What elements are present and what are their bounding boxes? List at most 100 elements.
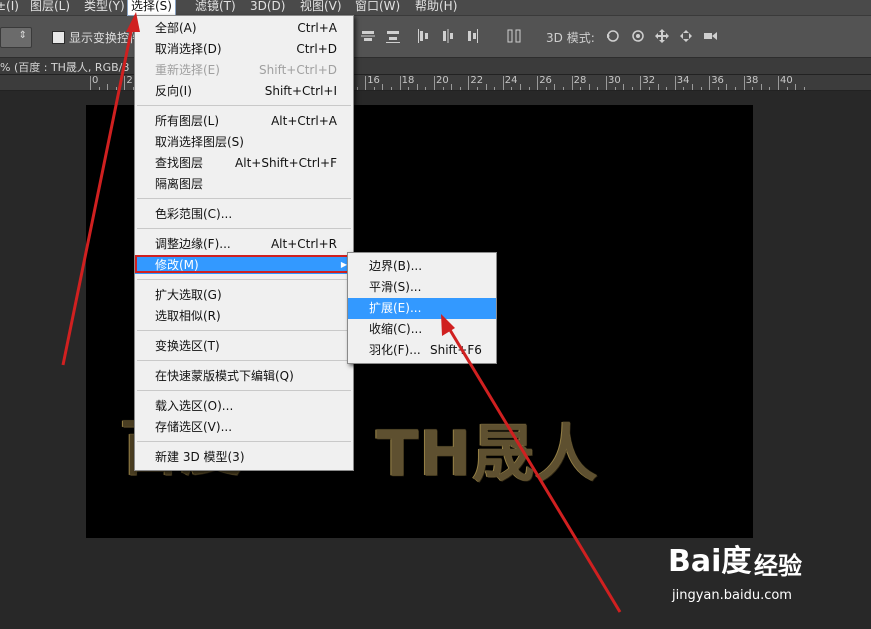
- menu-item-new-3d-model[interactable]: 新建 3D 模型(3): [135, 447, 353, 468]
- menu-layer[interactable]: 图层(L): [30, 0, 70, 15]
- submenu-item-smooth[interactable]: 平滑(S)...: [348, 277, 496, 298]
- canvas-text-main: TH晟人: [376, 417, 599, 490]
- ruler-label: 26: [539, 75, 552, 86]
- distribute-icon[interactable]: [506, 28, 522, 44]
- baidu-logo: Bai度: [668, 544, 752, 579]
- menu-view[interactable]: 视图(V): [300, 0, 342, 15]
- ruler-label: 28: [573, 75, 587, 86]
- ruler-subtick: [416, 84, 418, 90]
- menu-item-deselect-layers[interactable]: 取消选择图层(S): [135, 132, 353, 153]
- ruler-label: 20: [436, 75, 449, 86]
- ruler-subtick: [760, 84, 762, 90]
- menu-item-select-all[interactable]: 全部(A) Ctrl+A: [135, 18, 353, 39]
- align-bottom-icon[interactable]: [385, 28, 401, 44]
- scale-3d-icon[interactable]: [702, 28, 718, 44]
- menu-item-inverse[interactable]: 反向(I) Shift+Ctrl+I: [135, 81, 353, 102]
- ruler-label: 36: [711, 75, 724, 86]
- submenu-item-expand[interactable]: 扩展(E)...: [348, 298, 496, 319]
- align-hcenter-icon[interactable]: [440, 28, 456, 44]
- ruler-subtick: [717, 87, 719, 90]
- menu-type[interactable]: 类型(Y): [84, 0, 125, 15]
- menu-item-load-selection[interactable]: 载入选区(O)...: [135, 396, 353, 417]
- show-transform-checkbox[interactable]: [52, 31, 65, 44]
- menu-select[interactable]: 选择(S): [127, 0, 176, 16]
- menu-window[interactable]: 窗口(W): [355, 0, 400, 15]
- submenu-item-feather[interactable]: 羽化(F)... Shift+F6: [348, 340, 496, 361]
- ruler-subtick: [545, 87, 547, 90]
- options-bar: ⇕ 显示变换控件 3D 模式:: [0, 16, 871, 58]
- ruler-subtick: [580, 87, 582, 90]
- menu-item-isolate-layers[interactable]: 隔离图层: [135, 174, 353, 195]
- ruler-tick: [502, 76, 504, 90]
- ruler-subtick: [442, 87, 444, 90]
- submenu-item-border[interactable]: 边界(B)...: [348, 256, 496, 277]
- ruler-label: 18: [401, 75, 415, 86]
- menu-item-refine-edge[interactable]: 调整边缘(F)... Alt+Ctrl+R: [135, 234, 353, 255]
- ruler-subtick: [631, 87, 633, 90]
- mode-3d-label: 3D 模式:: [546, 31, 595, 45]
- ruler-tick: [468, 76, 470, 90]
- ruler-subtick: [554, 84, 556, 90]
- ruler-subtick: [477, 87, 478, 90]
- ruler-subtick: [588, 84, 590, 90]
- ruler-subtick: [494, 87, 496, 90]
- menu-3d[interactable]: 3D(D): [250, 0, 285, 15]
- ruler-label: 22: [470, 75, 484, 86]
- ruler-subtick: [107, 84, 109, 90]
- ruler-subtick: [356, 87, 358, 90]
- menu-item-quick-mask[interactable]: 在快速蒙版模式下编辑(Q): [135, 366, 353, 387]
- submenu-item-contract[interactable]: 收缩(C)...: [348, 319, 496, 340]
- drag-3d-icon[interactable]: [654, 28, 670, 44]
- document-tab[interactable]: % (百度 : TH晟人, RGB/8: [0, 59, 129, 75]
- menu-separator: [137, 330, 351, 331]
- ruler-subtick: [511, 87, 513, 90]
- menu-item-grow[interactable]: 扩大选取(G): [135, 285, 353, 306]
- menu-edit[interactable]: ±(I): [0, 0, 19, 15]
- modify-submenu: 边界(B)... 平滑(S)... 扩展(E)... 收缩(C)... 羽化(F…: [347, 252, 497, 364]
- menu-separator: [137, 279, 351, 280]
- ruler-tick: [365, 76, 367, 90]
- ruler-subtick: [563, 87, 564, 90]
- ruler-subtick: [391, 87, 392, 90]
- ruler-tick: [571, 76, 573, 90]
- ruler-tick: [674, 76, 676, 90]
- ruler-subtick: [425, 87, 427, 90]
- menu-help[interactable]: 帮助(H): [415, 0, 457, 15]
- slide-3d-icon[interactable]: [678, 28, 694, 44]
- menu-item-similar[interactable]: 选取相似(R): [135, 306, 353, 327]
- menu-filter[interactable]: 滤镜(T): [195, 0, 236, 15]
- ruler-subtick: [735, 87, 736, 90]
- roll-3d-icon[interactable]: [630, 28, 646, 44]
- rotate-3d-icon[interactable]: [605, 28, 621, 44]
- ruler-subtick: [408, 87, 410, 90]
- ruler-label: 38: [745, 75, 759, 86]
- ruler-subtick: [803, 87, 805, 90]
- ruler-subtick: [649, 87, 650, 90]
- ruler-subtick: [528, 87, 530, 90]
- align-left-icon[interactable]: [416, 28, 432, 44]
- menu-item-save-selection[interactable]: 存储选区(V)...: [135, 417, 353, 438]
- ruler-label: 0: [92, 75, 99, 86]
- ruler-tick: [537, 76, 539, 90]
- ruler-subtick: [597, 87, 599, 90]
- tool-preset-dropdown[interactable]: ⇕: [0, 27, 32, 48]
- ruler-tick: [743, 76, 745, 90]
- menu-item-reselect: 重新选择(E) Shift+Ctrl+D: [155, 63, 337, 77]
- horizontal-ruler: 0246810121416182022242628303234363840: [0, 75, 871, 91]
- ruler-tick: [606, 76, 607, 90]
- menu-item-all-layers[interactable]: 所有图层(L) Alt+Ctrl+A: [135, 111, 353, 132]
- ruler-label: 2: [126, 75, 133, 86]
- document-tab-bar: % (百度 : TH晟人, RGB/8: [0, 58, 871, 75]
- ruler-subtick: [623, 84, 625, 90]
- menu-item-color-range[interactable]: 色彩范围(C)...: [135, 204, 353, 225]
- select-menu-dropdown: 全部(A) Ctrl+A 取消选择(D) Ctrl+D 重新选择(E) Shift+C…: [134, 15, 354, 471]
- menu-item-find-layers[interactable]: 查找图层 Alt+Shift+Ctrl+F: [135, 153, 353, 174]
- ruler-subtick: [752, 87, 754, 90]
- menu-item-deselect[interactable]: 取消选择(D) Ctrl+D: [135, 39, 353, 60]
- jingyan-label: 经验: [754, 552, 802, 580]
- align-right-icon[interactable]: [464, 28, 480, 44]
- menu-item-transform-selection[interactable]: 变换选区(T): [135, 336, 353, 357]
- ruler-subtick: [795, 84, 797, 90]
- ruler-subtick: [786, 87, 788, 90]
- align-vcenter-icon[interactable]: [360, 28, 376, 44]
